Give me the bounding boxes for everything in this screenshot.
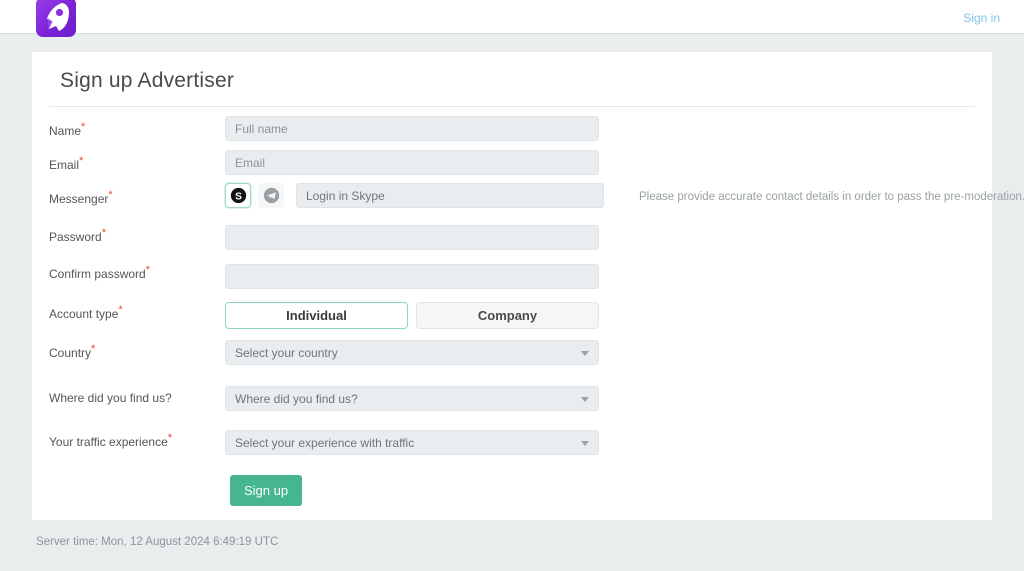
email-input[interactable] [225,150,599,175]
name-input[interactable] [225,116,599,141]
form-row-password: Password* [49,222,975,256]
skype-icon[interactable]: S [225,183,251,208]
find-us-label: Where did you find us? [49,391,172,405]
traffic-experience-label: Your traffic experience* [49,432,173,450]
required-marker: * [79,155,84,167]
messenger-label: Messenger* [49,189,113,207]
traffic-experience-select[interactable]: Select your experience with traffic [225,430,599,455]
rocket-logo-icon[interactable] [36,0,76,37]
form-row-traffic-experience: Your traffic experience* Select your exp… [49,421,975,469]
form-row-name: Name* [49,116,975,150]
form-row-find-us: Where did you find us? Where did you fin… [49,377,975,421]
country-select[interactable]: Select your country [225,340,599,365]
signup-submit-button[interactable]: Sign up [230,475,302,506]
password-label: Password* [49,227,106,245]
country-label: Country* [49,343,96,361]
confirm-password-input[interactable] [225,264,599,289]
find-us-select[interactable]: Where did you find us? [225,386,599,411]
password-input[interactable] [225,225,599,250]
required-marker: * [145,264,150,276]
title-divider [49,106,975,107]
account-type-individual-button[interactable]: Individual [225,302,408,329]
form-row-confirm-password: Confirm password* [49,256,975,293]
required-marker: * [118,304,123,316]
form-row-submit: Sign up [49,469,975,509]
sign-in-link[interactable]: Sign in [963,11,1000,25]
server-time-text: Server time: Mon, 12 August 2024 6:49:19… [36,536,279,548]
email-label: Email* [49,155,84,173]
segment-gap [408,302,416,329]
required-marker: * [91,343,96,355]
name-label: Name* [49,121,86,139]
form-row-country: Country* Select your country [49,332,975,377]
top-header-bar: Sign in [0,0,1024,37]
signup-card: Sign up Advertiser Name* Email* Messenge… [32,52,1024,520]
telegram-icon[interactable] [258,183,284,208]
account-type-company-button[interactable]: Company [416,302,599,329]
messenger-login-input[interactable] [296,183,604,208]
page-title: Sign up Advertiser [60,69,235,92]
messenger-hint-text: Please provide accurate contact details … [639,191,1024,203]
svg-text:S: S [235,191,242,202]
required-marker: * [108,189,113,201]
required-marker: * [101,227,106,239]
required-marker: * [81,121,86,133]
form-row-email: Email* [49,150,975,184]
required-marker: * [167,432,173,444]
form-row-messenger: Messenger* S Login in Skype Please provi… [49,183,1024,222]
signup-form: Name* Email* Messenger* S [49,114,1024,509]
confirm-password-label: Confirm password* [49,264,150,282]
form-row-account-type: Account type* Individual Company [49,293,975,332]
account-type-label: Account type* [49,304,123,322]
